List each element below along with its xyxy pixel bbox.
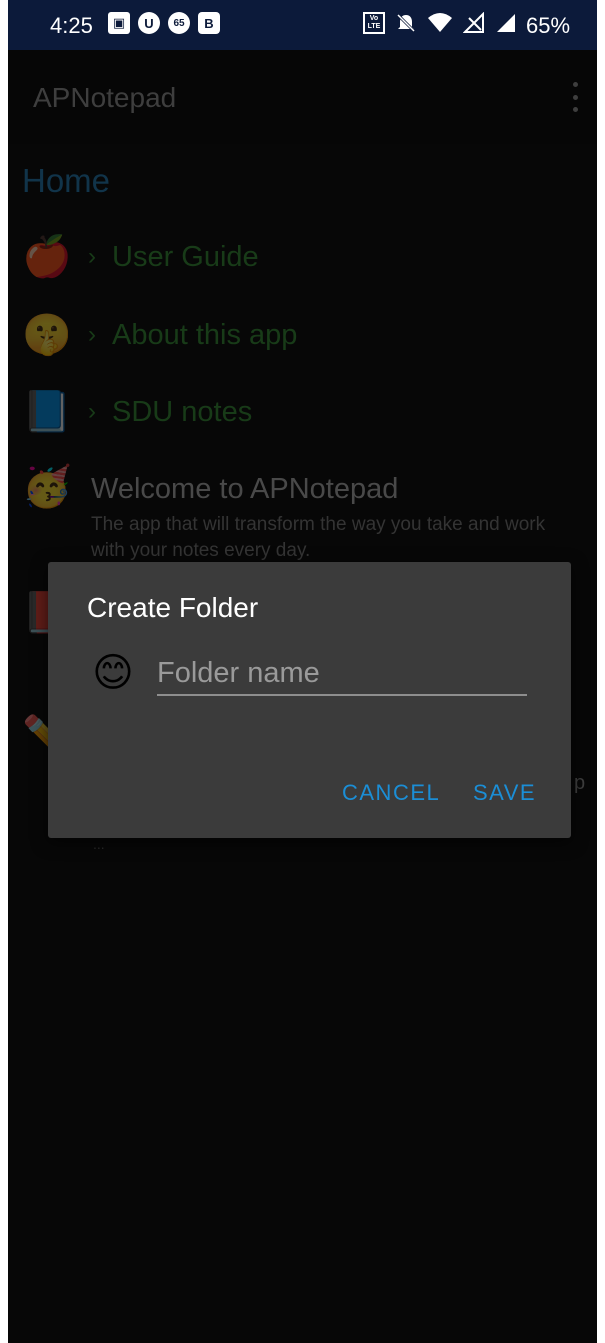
blue-book-icon: 📘 [22,390,72,434]
dialog-title: Create Folder [87,592,259,623]
gallery-icon: ▣ [108,12,130,34]
no-sim-icon [463,12,484,33]
chevron-right-icon: › [88,398,96,425]
cancel-button[interactable]: CANCEL [342,780,440,806]
b-app-icon: B [198,12,220,34]
smiling-face-icon[interactable]: 😊 [88,648,138,698]
overflow-menu-icon[interactable] [570,82,580,112]
folder-label: SDU notes [112,395,253,428]
wifi-icon [428,13,452,32]
page-title: Home [22,162,111,199]
note-ellipsis: ... [93,836,105,852]
folder-item-sdu-notes[interactable]: 📘 › SDU notes [22,387,252,437]
mute-icon [396,13,416,33]
app-title: APNotepad [33,82,177,113]
folder-item-user-guide[interactable]: 🍎 › User Guide [22,232,259,282]
signal-icon [497,14,515,32]
apple-icon: 🍎 [22,235,72,279]
note-preview-peek: p [574,772,586,794]
note-preview: The app that will transform the way you … [91,514,546,561]
chevron-right-icon: › [88,243,96,270]
status-notification-icons: ▣ U 65 B [108,12,220,34]
chevron-right-icon: › [88,321,96,348]
volte-icon: Vo LTE [363,12,385,34]
shushing-face-icon: 🤫 [22,313,72,357]
battery-percent: 65% [526,13,571,38]
save-button[interactable]: SAVE [473,780,536,806]
phone-screen: 4:25 ▣ U 65 B Vo LTE 65% APNotepad Home … [8,0,597,1343]
sixty-five-icon: 65 [168,12,190,34]
note-title: Welcome to APNotepad [91,473,399,505]
folder-label: User Guide [112,240,259,273]
party-face-icon: 🥳 [22,465,72,509]
folder-name-input[interactable] [157,652,527,696]
note-item-welcome[interactable]: 🥳 [22,462,72,512]
u-app-icon: U [138,12,160,34]
status-time: 4:25 [50,13,93,38]
folder-item-about[interactable]: 🤫 › About this app [22,310,297,360]
folder-label: About this app [112,318,298,351]
create-folder-dialog: Create Folder 😊 CANCEL SAVE [48,562,571,838]
status-system-icons: Vo LTE [363,12,517,34]
status-bar: 4:25 ▣ U 65 B Vo LTE 65% [8,0,597,50]
